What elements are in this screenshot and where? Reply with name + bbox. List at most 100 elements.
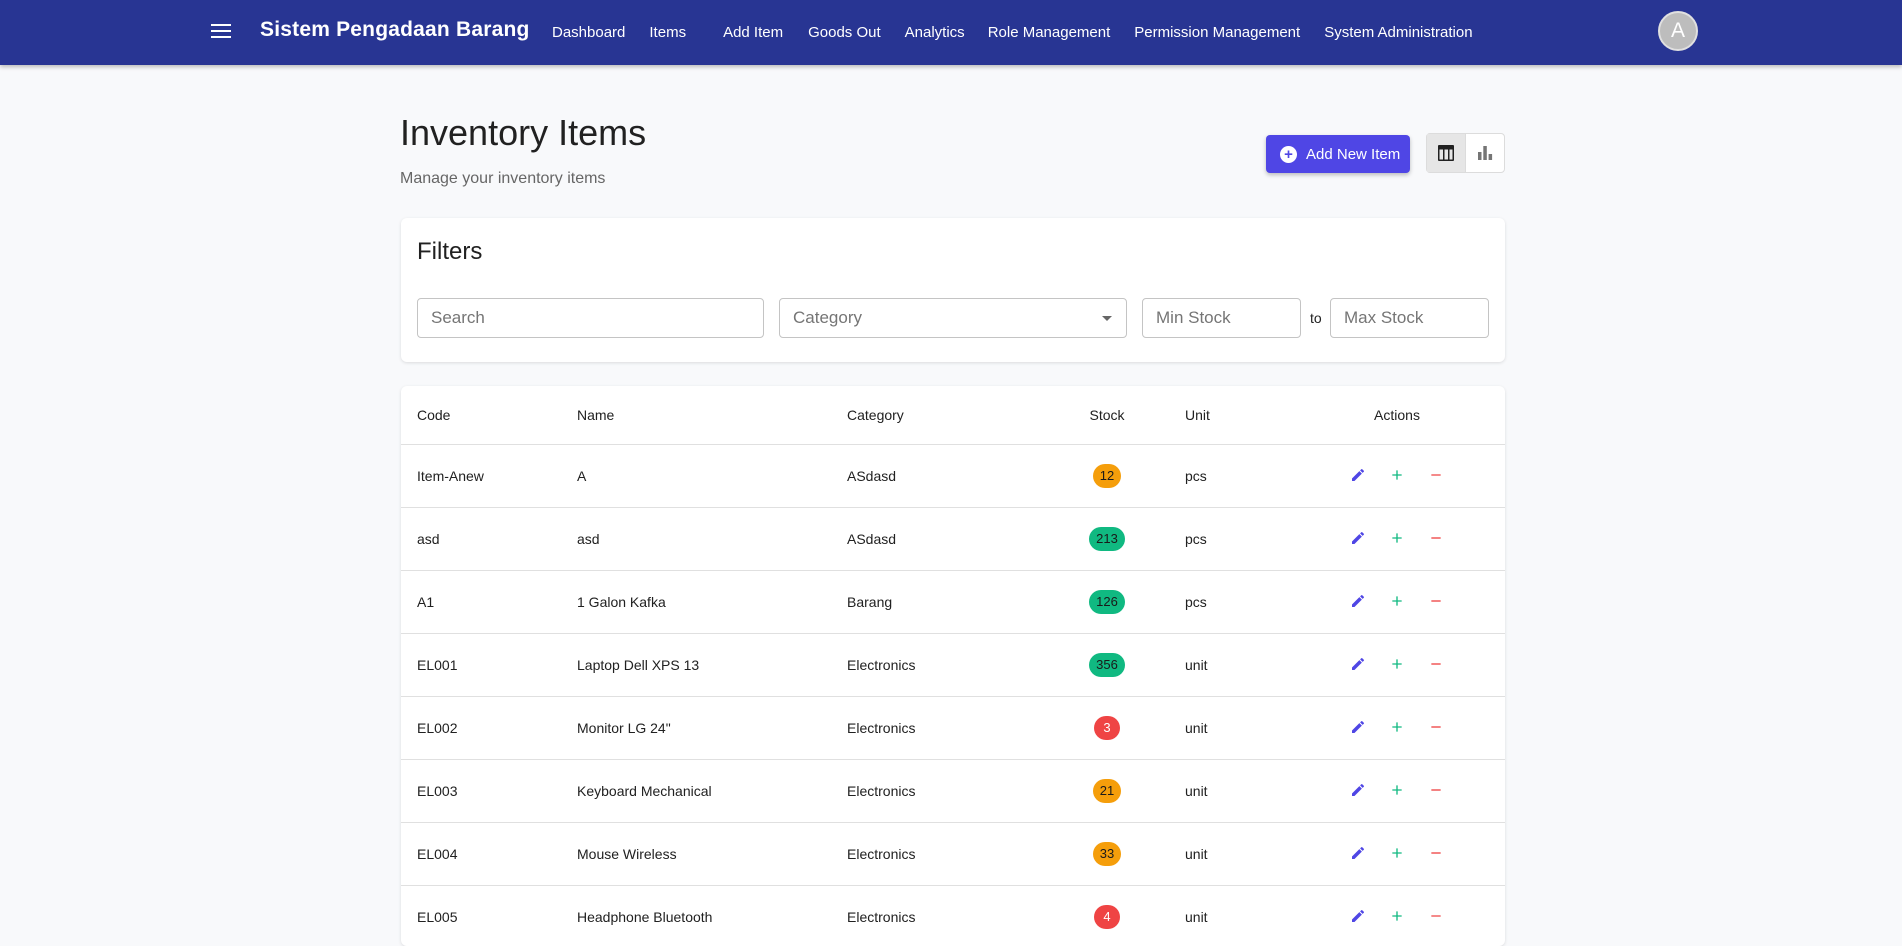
table-row: Item-Anew A ASdasd 12 pcs [401,444,1505,508]
table-row: A1 1 Galon Kafka Barang 126 pcs [401,570,1505,634]
search-input[interactable]: Search [417,298,764,338]
stock-badge: 3 [1094,715,1120,740]
category-select[interactable]: Category [779,298,1127,338]
inventory-table-card: Code Name Category Stock Unit Actions It… [401,386,1505,946]
cell-unit: pcs [1169,507,1289,571]
nav-item-analytics[interactable]: Analytics [905,24,965,41]
chart-view-icon [1478,146,1493,160]
cell-name: A [561,444,831,508]
cell-category: ASdasd [831,444,1045,508]
view-toggle [1426,133,1505,173]
cell-unit: unit [1169,696,1289,760]
add-stock-icon[interactable] [1387,906,1407,926]
edit-icon[interactable] [1348,717,1368,737]
add-stock-icon[interactable] [1387,465,1407,485]
cell-actions [1289,570,1505,634]
cell-category: Electronics [831,696,1045,760]
cell-category: Electronics [831,633,1045,697]
cell-actions [1289,696,1505,760]
cell-actions [1289,633,1505,697]
remove-stock-icon[interactable] [1426,528,1446,548]
table-row: asd asd ASdasd 213 pcs [401,507,1505,571]
nav-item-goods-out[interactable]: Goods Out [808,24,881,41]
edit-icon[interactable] [1348,654,1368,674]
max-stock-input[interactable]: Max Stock [1330,298,1489,338]
cell-category: Barang [831,570,1045,634]
nav-item-permission-management[interactable]: Permission Management [1134,24,1300,41]
cell-unit: unit [1169,633,1289,697]
cell-category: ASdasd [831,507,1045,571]
cell-category: Electronics [831,822,1045,886]
cell-name: Mouse Wireless [561,822,831,886]
column-header-stock[interactable]: Stock [1045,386,1169,445]
chevron-down-icon [1102,316,1112,321]
min-stock-input[interactable]: Min Stock [1142,298,1301,338]
cell-stock: 3 [1045,696,1169,760]
add-stock-icon[interactable] [1387,717,1407,737]
stock-badge: 126 [1089,589,1125,614]
range-to-label: to [1310,310,1322,326]
chart-view-button[interactable] [1466,134,1504,172]
column-header-category[interactable]: Category [831,386,1045,445]
column-header-code[interactable]: Code [401,386,561,445]
cell-name: 1 Galon Kafka [561,570,831,634]
user-avatar[interactable]: A [1658,11,1698,51]
cell-actions [1289,822,1505,886]
nav-item-dashboard[interactable]: Dashboard [552,24,625,41]
edit-icon[interactable] [1348,528,1368,548]
nav-item-add-item[interactable]: Add Item [723,24,783,41]
category-select-label: Category [793,308,862,327]
column-header-unit[interactable]: Unit [1169,386,1289,445]
add-stock-icon[interactable] [1387,654,1407,674]
edit-icon[interactable] [1348,906,1368,926]
edit-icon[interactable] [1348,591,1368,611]
column-header-actions: Actions [1289,386,1505,445]
remove-stock-icon[interactable] [1426,780,1446,800]
cell-code: asd [401,507,561,571]
add-stock-icon[interactable] [1387,780,1407,800]
remove-stock-icon[interactable] [1426,465,1446,485]
stock-badge: 356 [1089,652,1125,677]
cell-name: Keyboard Mechanical [561,759,831,823]
remove-stock-icon[interactable] [1426,717,1446,737]
add-circle-icon: + [1280,145,1297,163]
cell-code: Item-Anew [401,444,561,508]
edit-icon[interactable] [1348,843,1368,863]
cell-code: EL001 [401,633,561,697]
cell-stock: 356 [1045,633,1169,697]
add-stock-icon[interactable] [1387,591,1407,611]
nav-item-system-administration[interactable]: System Administration [1324,24,1472,41]
remove-stock-icon[interactable] [1426,654,1446,674]
remove-stock-icon[interactable] [1426,843,1446,863]
add-new-item-button[interactable]: + Add New Item [1266,135,1410,173]
column-header-name[interactable]: Name [561,386,831,445]
stock-badge: 33 [1092,841,1122,866]
remove-stock-icon[interactable] [1426,591,1446,611]
table-view-button[interactable] [1427,134,1466,172]
table-row: EL003 Keyboard Mechanical Electronics 21 uni… [401,759,1505,823]
stock-badge: 12 [1092,463,1122,488]
hamburger-menu-icon[interactable] [208,20,234,42]
add-new-item-label: Add New Item [1306,145,1401,163]
cell-category: Electronics [831,759,1045,823]
cell-stock: 126 [1045,570,1169,634]
add-stock-icon[interactable] [1387,843,1407,863]
table-row: EL001 Laptop Dell XPS 13 Electronics 356 uni… [401,633,1505,697]
edit-icon[interactable] [1348,465,1368,485]
cell-stock: 21 [1045,759,1169,823]
nav-item-role-management[interactable]: Role Management [988,24,1111,41]
add-stock-icon[interactable] [1387,528,1407,548]
edit-icon[interactable] [1348,780,1368,800]
cell-actions [1289,507,1505,571]
table-view-icon [1438,145,1454,161]
remove-stock-icon[interactable] [1426,906,1446,926]
main-nav: Dashboard Items Add Item Goods Out Analy… [552,0,1473,65]
nav-item-items[interactable]: Items [649,24,686,41]
filters-card: Filters Search Category Min Stock to Max… [401,218,1505,362]
app-title: Sistem Pengadaan Barang [260,18,530,41]
cell-name: Laptop Dell XPS 13 [561,633,831,697]
cell-code: EL004 [401,822,561,886]
cell-unit: pcs [1169,570,1289,634]
cell-stock: 12 [1045,444,1169,508]
cell-name: asd [561,507,831,571]
